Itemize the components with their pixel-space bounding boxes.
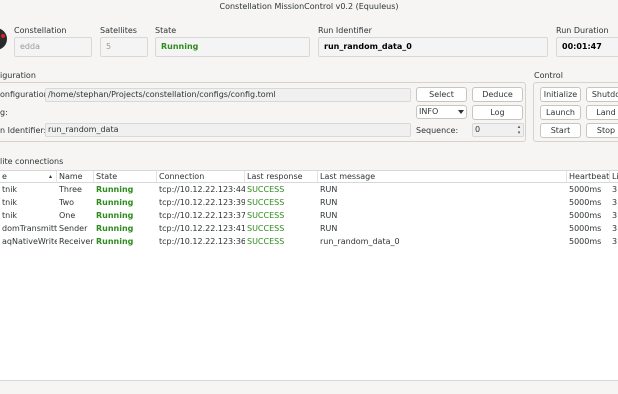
- sort-ascending-icon: ▴: [49, 173, 53, 180]
- cell-state: Running: [96, 224, 134, 233]
- status-bar: [0, 380, 618, 394]
- cell-last-message: run_random_data_0: [320, 237, 400, 246]
- cell-connection: tcp://10.12.22.123:44227: [159, 185, 245, 194]
- cell-state: Running: [96, 237, 134, 246]
- cell-state: Running: [96, 185, 134, 194]
- run-identifier-input-label: n Identifier:: [0, 126, 47, 135]
- cell-last-message: RUN: [320, 185, 338, 194]
- cell-last-response: SUCCESS: [247, 198, 285, 207]
- stop-button[interactable]: Stop: [586, 123, 618, 138]
- column-header-type-label: e: [2, 172, 7, 181]
- log-level-label: g:: [0, 108, 8, 117]
- cell-type: tnik: [2, 198, 18, 207]
- control-section-label: Control: [534, 71, 563, 80]
- cell-type: tnik: [2, 211, 18, 220]
- cell-connection: tcp://10.12.22.123:41139: [159, 224, 245, 233]
- cell-heartbeat: 5000ms: [569, 237, 602, 246]
- log-level-value: INFO: [419, 107, 439, 116]
- cell-lives: 3: [612, 211, 618, 220]
- shutdown-button[interactable]: Shutdo: [586, 87, 618, 102]
- column-header-last-message[interactable]: Last message: [318, 171, 567, 183]
- cell-state: Running: [96, 198, 134, 207]
- run-duration-field: 00:01:47: [556, 37, 618, 57]
- cell-last-message: RUN: [320, 211, 338, 220]
- cell-state: Running: [96, 211, 134, 220]
- column-header-lives[interactable]: Li: [610, 171, 618, 183]
- cell-name: Three: [59, 185, 82, 194]
- cell-last-response: SUCCESS: [247, 224, 285, 233]
- configuration-path-input[interactable]: /home/stephan/Projects/constellation/con…: [45, 88, 411, 102]
- cell-name: Two: [59, 198, 74, 207]
- column-header-connection[interactable]: Connection: [157, 171, 245, 183]
- cell-lives: 3: [612, 237, 618, 246]
- column-header-heartbeat[interactable]: Heartbeat: [567, 171, 610, 183]
- run-duration-label: Run Duration: [556, 26, 609, 35]
- cell-heartbeat: 5000ms: [569, 211, 602, 220]
- state-label: State: [155, 26, 177, 35]
- cell-last-message: RUN: [320, 198, 338, 207]
- connections-section-label: lite connections: [0, 157, 64, 166]
- run-identifier-input[interactable]: run_random_data: [45, 123, 411, 137]
- column-header-last-response[interactable]: Last response: [245, 171, 318, 183]
- cell-lives: 3: [612, 185, 618, 194]
- window-title: Constellation MissionControl v0.2 (Equul…: [219, 2, 399, 11]
- configuration-section-label: iguration: [0, 71, 36, 80]
- cell-name: One: [59, 211, 76, 220]
- land-button[interactable]: Land: [586, 105, 618, 120]
- start-button[interactable]: Start: [540, 123, 581, 138]
- cell-lives: 3: [612, 198, 618, 207]
- cell-connection: tcp://10.12.22.123:37211: [159, 211, 245, 220]
- state-field: Running: [155, 37, 310, 57]
- constellation-label: Constellation: [14, 26, 67, 35]
- cell-heartbeat: 5000ms: [569, 224, 602, 233]
- cell-heartbeat: 5000ms: [569, 198, 602, 207]
- sequence-stepper[interactable]: ▴ ▾: [515, 124, 523, 137]
- cell-type: aqNativeWriter: [2, 237, 57, 246]
- logo-dot-icon: [1, 34, 5, 38]
- cell-last-response: SUCCESS: [247, 237, 285, 246]
- run-identifier-field: run_random_data_0: [318, 37, 548, 57]
- cell-connection: tcp://10.12.22.123:39141: [159, 198, 245, 207]
- satellites-field: 5: [100, 37, 148, 57]
- column-header-state[interactable]: State: [94, 171, 157, 183]
- column-header-name[interactable]: Name: [57, 171, 94, 183]
- launch-button[interactable]: Launch: [540, 105, 581, 120]
- cell-last-response: SUCCESS: [247, 211, 285, 220]
- run-identifier-label: Run Identifier: [318, 26, 372, 35]
- sequence-label: Sequence:: [416, 126, 459, 135]
- chevron-down-icon: [458, 110, 464, 114]
- cell-lives: 3: [612, 224, 618, 233]
- constellation-field: edda: [14, 37, 92, 57]
- cell-last-response: SUCCESS: [247, 185, 285, 194]
- connections-table[interactable]: e ▴ Name State Connection Last response …: [0, 170, 618, 380]
- initialize-button[interactable]: Initialize: [540, 87, 581, 102]
- satellites-label: Satellites: [100, 26, 137, 35]
- cell-name: Sender: [59, 224, 88, 233]
- cell-type: domTransmitter: [2, 224, 57, 233]
- deduce-button[interactable]: Deduce: [472, 87, 523, 102]
- cell-heartbeat: 5000ms: [569, 185, 602, 194]
- select-button[interactable]: Select: [416, 87, 467, 102]
- column-header-type[interactable]: e ▴: [0, 171, 57, 183]
- configuration-file-label: onfiguration:: [0, 90, 52, 99]
- log-button[interactable]: Log: [472, 105, 523, 120]
- cell-connection: tcp://10.12.22.123:36735: [159, 237, 245, 246]
- constellation-logo-icon: [0, 28, 7, 50]
- cell-type: tnik: [2, 185, 18, 194]
- sequence-down-icon[interactable]: ▾: [515, 130, 523, 136]
- cell-name: Receiver: [59, 237, 94, 246]
- cell-last-message: RUN: [320, 224, 338, 233]
